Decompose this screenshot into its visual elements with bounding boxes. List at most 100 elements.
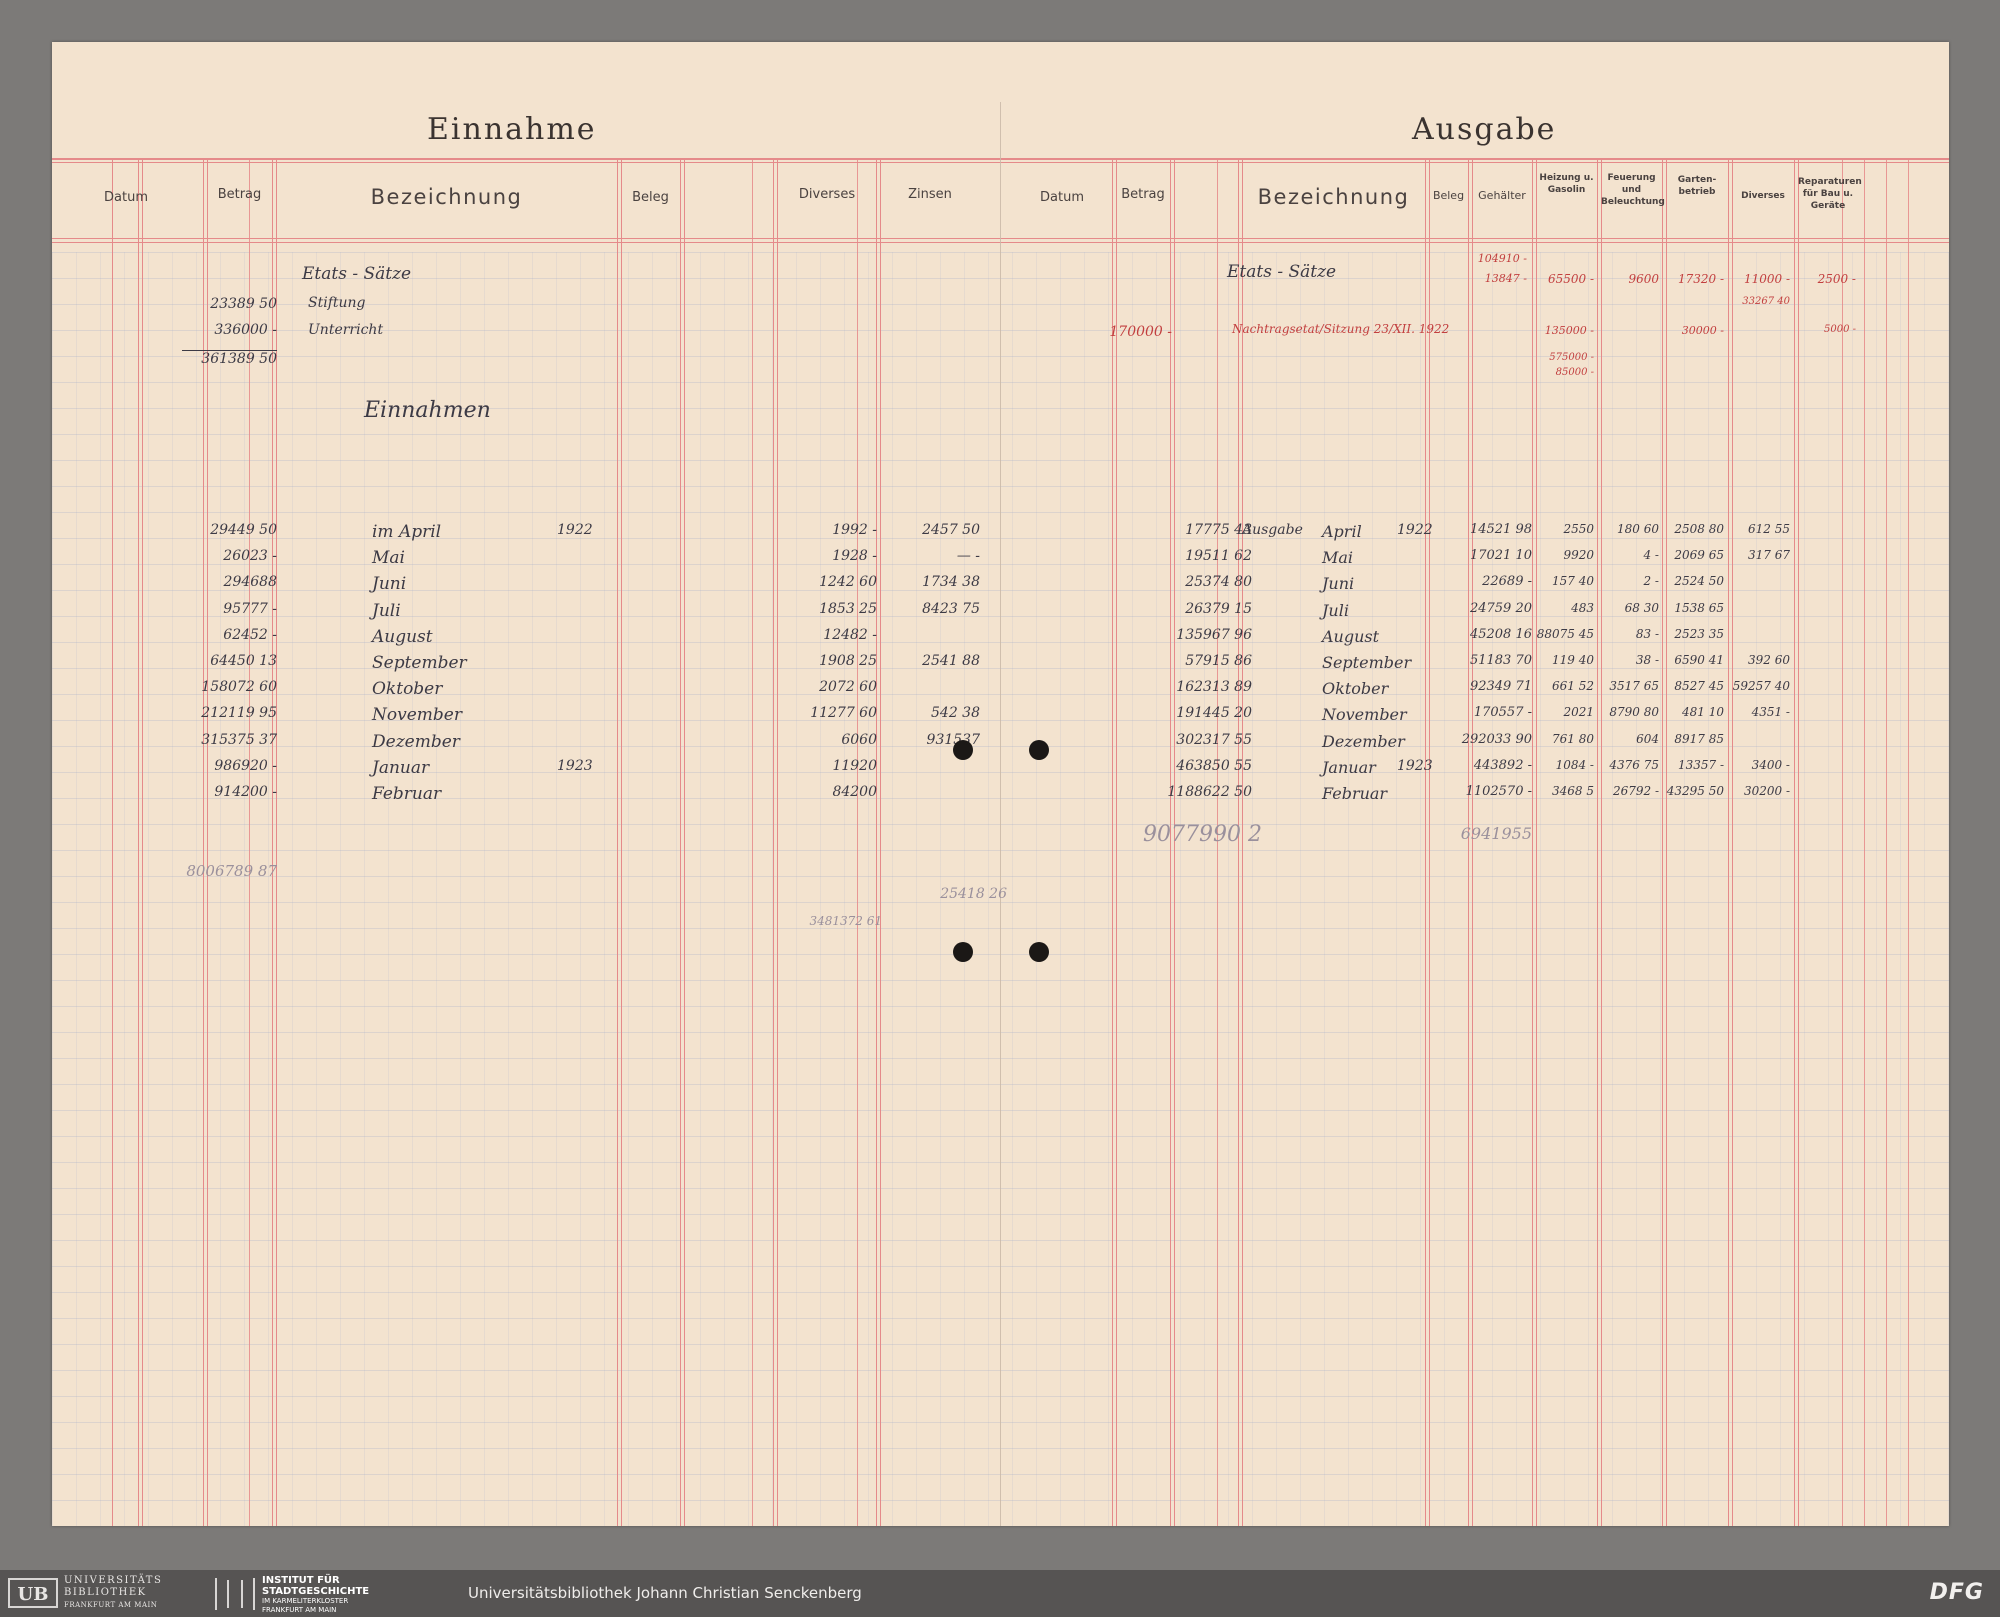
expense-header-garten: Garten-betrieb <box>1677 175 1717 197</box>
punch-hole <box>1029 942 1049 962</box>
income-row-amount: 315375 37 <box>201 731 277 748</box>
isg-logo-icon <box>215 1578 255 1610</box>
expense-row-gehaelter: 51183 70 <box>1469 653 1532 668</box>
expense-row-col4: 2508 80 <box>1674 522 1724 536</box>
expense-row-amount: 19511 62 <box>1185 548 1252 565</box>
income-div-total: 3481372 61 <box>809 914 882 928</box>
expense-col2-top-b: 135000 - <box>1544 324 1594 337</box>
expense-col4-top-a: 17320 - <box>1677 272 1724 286</box>
expense-row-col2: 2021 <box>1563 705 1594 720</box>
expense-row-col3: 180 60 <box>1617 522 1659 536</box>
expense-header-betrag: Betrag <box>1121 187 1165 202</box>
income-row-amount: 294688 <box>223 574 277 591</box>
income-row-amount: 212119 95 <box>201 705 277 722</box>
income-einnahmen-heading: Einnahmen <box>364 398 491 423</box>
income-row-amount: 986920 - <box>214 757 277 774</box>
col-rule <box>1864 158 1865 1526</box>
ub-text: UNIVERSITÄTS BIBLIOTHEK FRANKFURT AM MAI… <box>64 1575 162 1611</box>
col-rule <box>777 158 778 1526</box>
expense-row-col3: 4376 75 <box>1609 757 1659 772</box>
center-fold <box>1000 102 1001 1526</box>
income-row-amount: 914200 - <box>214 784 277 800</box>
expense-row-gehaelter: 92349 71 <box>1469 679 1532 695</box>
col-rule <box>1597 158 1598 1526</box>
expense-row-gehaelter: 24759 20 <box>1469 600 1532 616</box>
income-row-diverses: 2072 60 <box>819 679 877 696</box>
col-rule <box>1425 158 1426 1526</box>
expense-row-col5: 612 55 <box>1748 522 1790 536</box>
col-rule <box>752 158 753 1526</box>
expense-row-month: Juli <box>1322 600 1349 620</box>
expense-geh-total: 6941955 <box>1460 824 1532 843</box>
punch-hole <box>953 740 973 760</box>
expense-row-month: Februar <box>1322 784 1388 803</box>
expense-row-col4: 1538 65 <box>1674 600 1724 615</box>
income-row-diverses: 6060 <box>841 731 877 748</box>
expense-row-gehaelter: 170557 - <box>1473 705 1532 721</box>
col-rule <box>1532 158 1533 1526</box>
ub-line2: BIBLIOTHEK <box>64 1587 147 1598</box>
ub-line1: UNIVERSITÄTS <box>64 1575 163 1586</box>
expense-header-feuerung: Feuerung und Beleuchtung <box>1601 173 1665 207</box>
expense-row-col4: 13357 - <box>1677 757 1724 772</box>
col-rule <box>138 158 139 1526</box>
expense-row-col4: 6590 41 <box>1674 653 1724 667</box>
isg-line3: IM KARMELITERKLOSTER <box>262 1597 349 1605</box>
income-row-month: Mai <box>372 548 405 569</box>
ub-logo: UB <box>8 1578 58 1608</box>
income-title: Einnahme <box>427 112 597 147</box>
isg-line1: INSTITUT FÜR <box>262 1575 340 1586</box>
income-header-betrag: Betrag <box>217 187 262 202</box>
col-rule <box>876 158 877 1526</box>
expense-row-amount: 26379 15 <box>1185 600 1252 617</box>
expense-col5-top-a: 11000 - <box>1743 272 1790 286</box>
expense-row-year: 1923 <box>1397 757 1433 774</box>
income-row-month: November <box>372 705 462 726</box>
expense-row-month: Juni <box>1322 574 1355 594</box>
income-row-month: Januar <box>372 757 430 778</box>
expense-title: Ausgabe <box>1412 112 1557 147</box>
expense-row-col2: 761 80 <box>1552 731 1594 746</box>
expense-col4-top-b: 30000 - <box>1681 324 1724 337</box>
expense-row-gehaelter: 22689 - <box>1482 574 1532 590</box>
footer-bar: UB UNIVERSITÄTS BIBLIOTHEK FRANKFURT AM … <box>0 1570 2000 1617</box>
income-row-diverses: 1853 25 <box>819 600 877 617</box>
income-header-bezeichnung: Bezeichnung <box>370 185 523 209</box>
expense-row-gehaelter: 1102570 - <box>1465 784 1532 799</box>
expense-etat-label: Etats - Sätze <box>1227 262 1337 282</box>
expense-row-amount: 162313 89 <box>1176 679 1252 696</box>
expense-row-col2: 88075 45 <box>1536 626 1594 641</box>
col-rule <box>1886 158 1887 1526</box>
income-stiftung-amount: 23389 50 <box>210 296 277 312</box>
income-row-amount: 95777 - <box>223 600 277 617</box>
income-row-month: Oktober <box>372 679 443 700</box>
punch-hole <box>953 942 973 962</box>
expense-row-col5: 392 60 <box>1748 653 1790 667</box>
expense-nachtrag: Nachtragsetat/Sitzung 23/XII. 1922 <box>1232 322 1450 336</box>
expense-row-amount: 463850 55 <box>1176 757 1252 774</box>
expense-row-gehaelter: 292033 90 <box>1461 731 1532 747</box>
expense-header-reparaturen: Reparaturen für Bau u. Geräte <box>1798 177 1862 211</box>
expense-row-col3: 604 <box>1636 731 1659 746</box>
expense-row-month: Januar <box>1322 757 1376 777</box>
expense-row-col2: 2550 <box>1563 522 1594 536</box>
col-rule <box>621 158 622 1526</box>
expense-row-col4: 43295 50 <box>1666 784 1724 798</box>
expense-col6-top-b: 5000 - <box>1823 324 1856 335</box>
expense-row-month: September <box>1322 653 1412 672</box>
income-row-month: im April <box>372 522 442 542</box>
income-row-diverses: 11277 60 <box>810 705 877 722</box>
expense-header-bezeichnung: Bezeichnung <box>1257 185 1410 209</box>
col-rule <box>773 158 774 1526</box>
expense-row-col3: 38 - <box>1635 653 1659 667</box>
expense-row-col4: 481 10 <box>1682 705 1724 720</box>
income-row-amount: 62452 - <box>223 626 277 643</box>
income-row-zinsen: 2541 88 <box>922 653 980 669</box>
expense-row-month: Oktober <box>1322 679 1389 699</box>
expense-col2-top-d: 85000 - <box>1555 367 1594 378</box>
expense-row-col4: 2069 65 <box>1674 548 1724 563</box>
col-rule <box>1536 158 1537 1526</box>
expense-row-col2: 9920 <box>1563 548 1594 563</box>
income-row-diverses: 11920 <box>832 757 877 774</box>
expense-row-col2: 1084 - <box>1555 757 1594 772</box>
